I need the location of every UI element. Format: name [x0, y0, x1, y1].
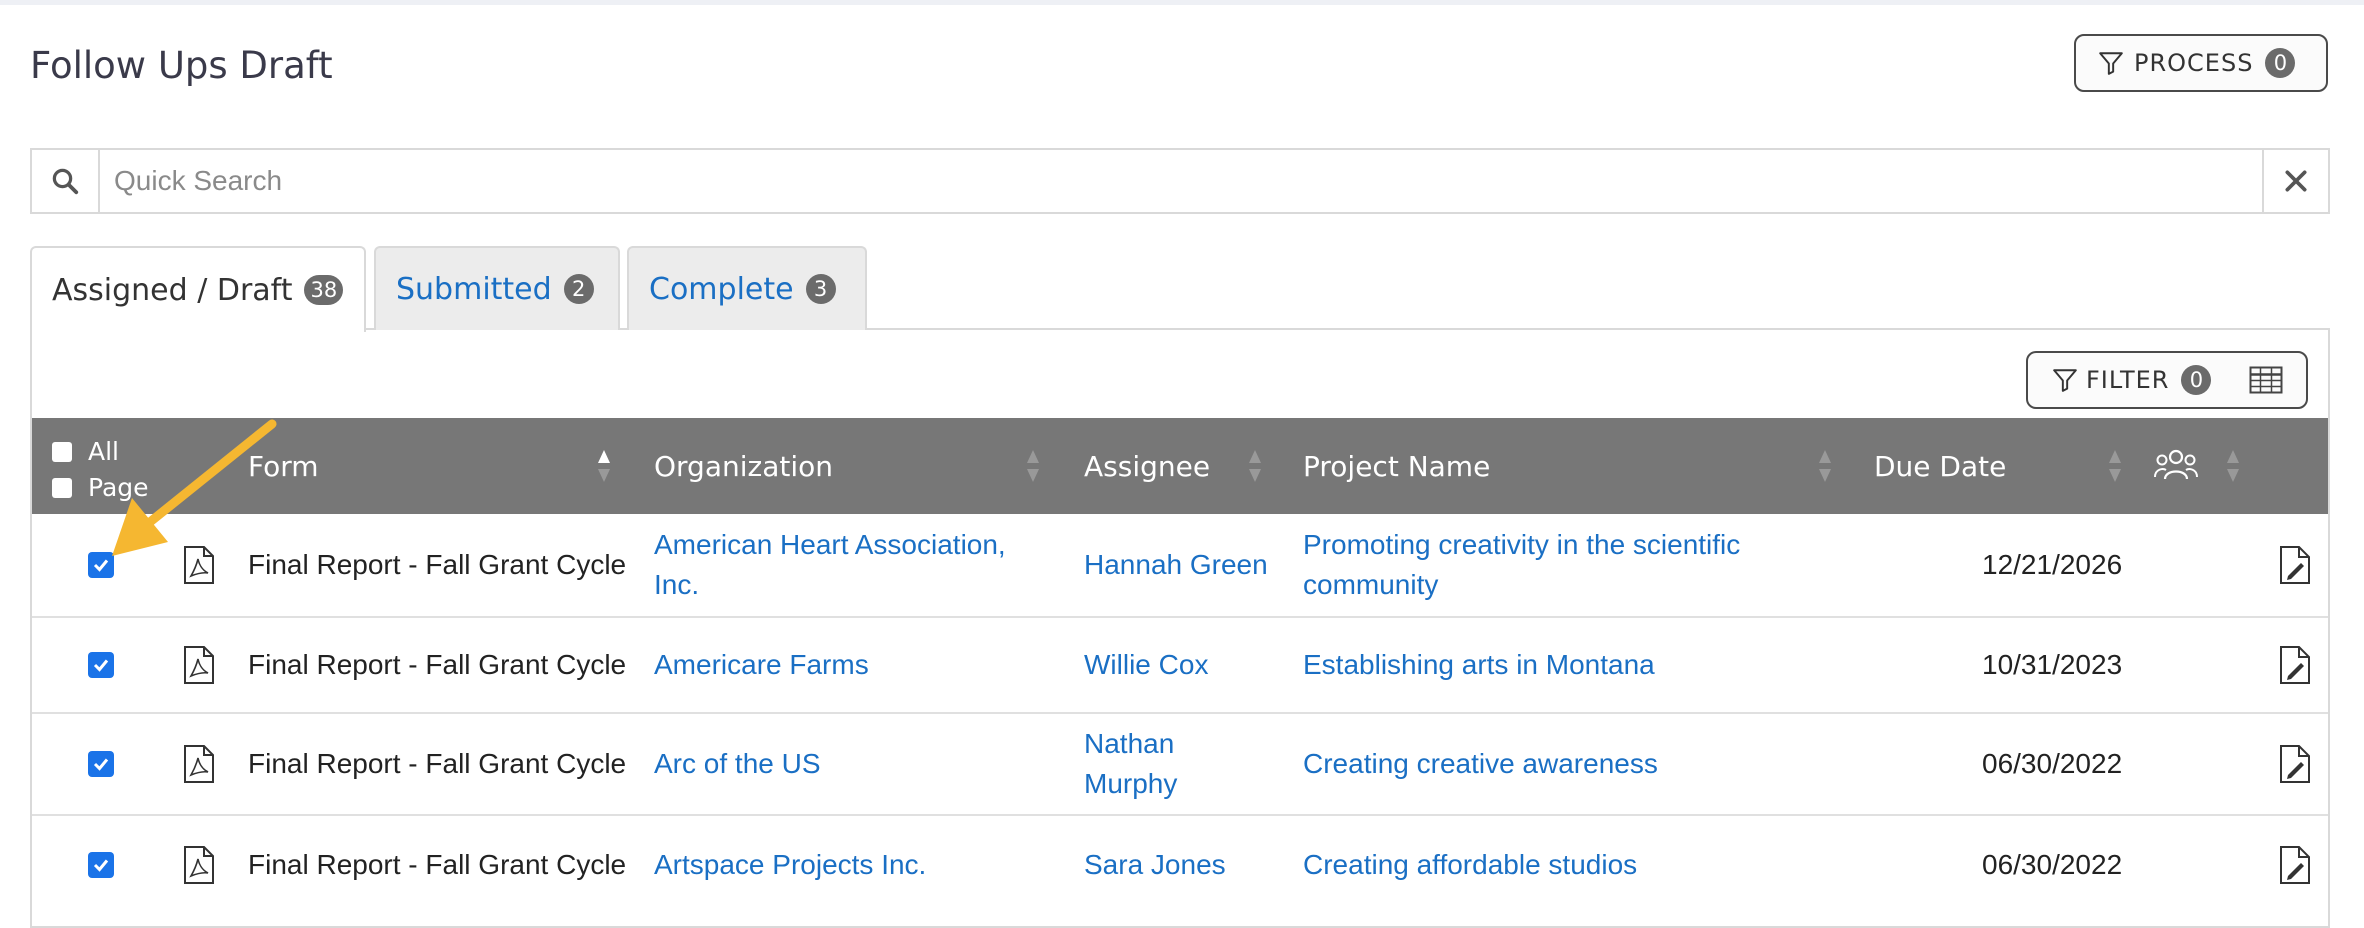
row-assignee-link[interactable]: Sara Jones	[1084, 816, 1284, 914]
checkmark-icon	[93, 859, 109, 872]
row-form: Final Report - Fall Grant Cycle	[248, 748, 627, 779]
pdf-file-icon[interactable]	[182, 545, 216, 585]
row-organization-link[interactable]: American Heart Association, Inc.	[654, 514, 1054, 616]
row-due-date: 10/31/2023	[1982, 649, 2123, 680]
process-button[interactable]: PROCESS 0	[2074, 34, 2328, 92]
column-header-assignee[interactable]: Assignee	[1084, 418, 1210, 514]
row-project-link[interactable]: Creating creative awareness	[1303, 714, 1803, 814]
pdf-file-icon[interactable]	[182, 845, 216, 885]
tab-label: Assigned / Draft	[52, 272, 293, 308]
column-label: Assignee	[1084, 449, 1211, 483]
process-count-badge: 0	[2265, 48, 2296, 78]
checkmark-icon	[93, 659, 109, 672]
row-project-link[interactable]: Establishing arts in Montana	[1303, 618, 1803, 712]
clear-search-button[interactable]	[2262, 150, 2328, 212]
row-assignee-link[interactable]: Willie Cox	[1084, 618, 1284, 712]
select-page-label: Page	[88, 473, 149, 502]
row-due-date: 06/30/2022	[1982, 849, 2123, 880]
row-form: Final Report - Fall Grant Cycle	[248, 549, 627, 580]
row-assignee-link[interactable]: Nathan Murphy	[1084, 714, 1204, 814]
column-label: Due Date	[1874, 449, 2007, 483]
checkmark-icon	[93, 559, 109, 572]
sort-arrows-icon[interactable]	[1818, 448, 1832, 484]
select-all-group: All Page	[52, 434, 149, 506]
table-row[interactable]: Final Report - Fall Grant Cycle Artspace…	[32, 816, 2328, 914]
row-form: Final Report - Fall Grant Cycle	[248, 849, 627, 880]
users-group-icon[interactable]	[2154, 448, 2198, 482]
row-form: Final Report - Fall Grant Cycle	[248, 649, 627, 680]
column-label: Form	[248, 449, 319, 483]
row-due-date: 06/30/2022	[1982, 748, 2123, 779]
row-checkbox[interactable]	[88, 552, 114, 578]
row-checkbox[interactable]	[88, 852, 114, 878]
filter-count-badge: 0	[2181, 365, 2212, 395]
row-organization-link[interactable]: Americare Farms	[654, 618, 1054, 712]
tab-label: Complete	[649, 271, 794, 307]
column-header-project-name[interactable]: Project Name	[1303, 418, 1490, 514]
select-all-label: All	[88, 437, 119, 466]
row-project-link[interactable]: Promoting creativity in the scientific c…	[1303, 514, 1803, 616]
column-header-form[interactable]: Form	[248, 418, 319, 514]
select-page-checkbox[interactable]	[52, 478, 72, 498]
row-organization-link[interactable]: Arc of the US	[654, 714, 1054, 814]
table-row[interactable]: Final Report - Fall Grant Cycle Americar…	[32, 618, 2328, 714]
column-header-due-date[interactable]: Due Date	[1874, 418, 2006, 514]
tab-count-badge: 38	[304, 275, 344, 305]
search-button[interactable]	[32, 150, 100, 212]
search-magnifier-icon	[52, 168, 79, 195]
sort-arrows-icon[interactable]	[2226, 448, 2240, 484]
sort-arrows-icon[interactable]	[1248, 448, 1262, 484]
column-label: Project Name	[1303, 449, 1491, 483]
process-button-label: PROCESS	[2134, 49, 2254, 77]
row-checkbox[interactable]	[88, 751, 114, 777]
row-checkbox[interactable]	[88, 652, 114, 678]
row-organization-link[interactable]: Artspace Projects Inc.	[654, 816, 1054, 914]
top-strip	[0, 0, 2364, 5]
table-header: All Page Form Organization Assignee Proj…	[32, 418, 2328, 514]
quick-search-bar	[30, 148, 2330, 214]
quick-search-input[interactable]	[100, 150, 2262, 212]
filter-funnel-icon	[2053, 369, 2077, 392]
pdf-file-icon[interactable]	[182, 645, 216, 685]
table-grid-icon[interactable]	[2249, 366, 2283, 394]
tab-assigned-draft[interactable]: Assigned / Draft 38	[30, 246, 366, 332]
close-x-icon	[2285, 170, 2307, 192]
page-title: Follow Ups Draft	[30, 44, 333, 87]
pdf-file-icon[interactable]	[182, 744, 216, 784]
edit-document-icon[interactable]	[2279, 845, 2311, 885]
row-due-date: 12/21/2026	[1982, 549, 2123, 580]
select-all-checkbox[interactable]	[52, 442, 72, 462]
row-assignee-link[interactable]: Hannah Green	[1084, 514, 1284, 616]
checkmark-icon	[93, 758, 109, 771]
column-label: Organization	[654, 449, 834, 483]
filter-funnel-icon	[2099, 52, 2123, 75]
tab-complete[interactable]: Complete 3	[627, 246, 867, 330]
filter-button-label: FILTER	[2086, 366, 2170, 394]
tab-count-badge: 2	[563, 274, 594, 304]
edit-document-icon[interactable]	[2279, 545, 2311, 585]
edit-document-icon[interactable]	[2279, 744, 2311, 784]
table-row[interactable]: Final Report - Fall Grant Cycle Arc of t…	[32, 714, 2328, 816]
tab-submitted[interactable]: Submitted 2	[374, 246, 620, 330]
table-row[interactable]: Final Report - Fall Grant Cycle American…	[32, 514, 2328, 618]
column-header-organization[interactable]: Organization	[654, 418, 833, 514]
row-project-link[interactable]: Creating affordable studios	[1303, 816, 1803, 914]
sort-arrows-icon[interactable]	[2108, 448, 2122, 484]
filter-button[interactable]: FILTER 0	[2026, 351, 2308, 409]
edit-document-icon[interactable]	[2279, 645, 2311, 685]
tab-label: Submitted	[396, 271, 552, 307]
sort-arrows-icon[interactable]	[1026, 448, 1040, 484]
sort-arrows-icon[interactable]	[597, 448, 611, 484]
tab-count-badge: 3	[805, 274, 836, 304]
